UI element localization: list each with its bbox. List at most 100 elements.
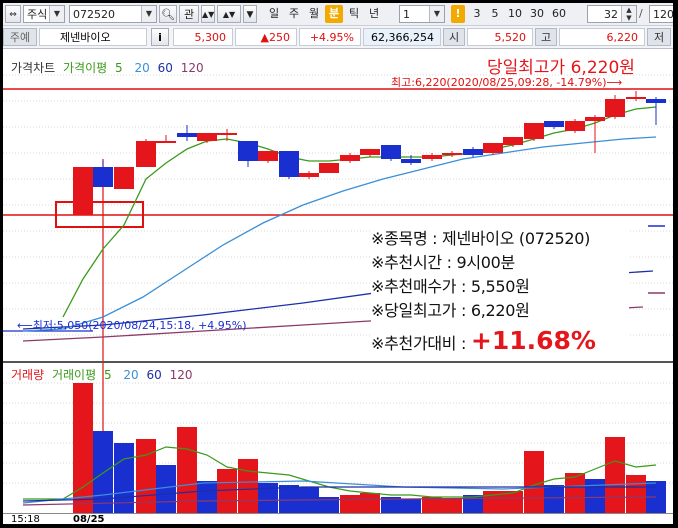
volume-bar	[524, 451, 544, 513]
volume-bar	[197, 481, 217, 513]
tab-day[interactable]: 일	[265, 5, 283, 23]
volume-bar	[565, 473, 585, 513]
volume-bar	[217, 469, 237, 513]
minute-buttons: 3 5 10 30 60	[469, 5, 579, 23]
candle	[422, 155, 442, 159]
tab-year[interactable]: 년	[365, 5, 383, 23]
candle	[114, 167, 134, 189]
candle	[626, 97, 646, 99]
candle	[258, 151, 278, 161]
candle	[238, 141, 258, 161]
ma120-label: 120	[180, 61, 204, 75]
chevron-down-icon[interactable]: ▼	[49, 6, 64, 22]
interval-value: 1	[403, 8, 410, 21]
ma-label-text: 가격이평	[63, 61, 108, 75]
price-legend: 가격차트 가격이평 5 20 60 120	[11, 59, 208, 76]
minute-3-button[interactable]: 3	[469, 5, 485, 23]
ratio-line: ※추천가대비 : +11.68%	[371, 323, 629, 359]
candle	[73, 167, 93, 215]
volume-bar	[605, 437, 625, 513]
code-input[interactable]: 072520 ▼	[69, 5, 157, 23]
interval-select[interactable]: 1 ▼	[399, 5, 445, 23]
vol-ma120-label: 120	[169, 368, 193, 382]
candle	[360, 149, 380, 155]
search-icon[interactable]: 🔍︎	[159, 5, 177, 23]
candle	[401, 159, 421, 163]
candle	[565, 121, 585, 131]
volume-bar	[585, 479, 605, 513]
candle	[605, 99, 625, 117]
candle	[279, 151, 299, 177]
stock-name-line: ※종목명 : 제넨바이오 (072520)	[371, 229, 591, 248]
stepper-icon[interactable]: ▲▼	[621, 6, 636, 22]
search-button[interactable]: 관	[179, 5, 199, 23]
price-panel-title: 가격차트	[11, 61, 56, 75]
toolbar: ⇔ 주식 ▼ 072520 ▼ 🔍︎ 관 ▲▼ ▲▼ ▼ 일 주 월 분 틱 년…	[3, 3, 673, 26]
volume-bar	[360, 493, 380, 513]
volume-bar	[340, 495, 360, 513]
ma-label: 가격이평 5	[63, 61, 127, 75]
open-label: 시	[443, 28, 465, 46]
price-change-value: ▲250	[260, 31, 290, 44]
candle	[177, 133, 197, 137]
minute-60-button[interactable]: 60	[549, 5, 569, 23]
stock-name: 제넨바이오	[39, 28, 147, 46]
volume-bar	[626, 475, 646, 513]
minute-10-button[interactable]: 10	[505, 5, 525, 23]
ma20-label: 20	[134, 61, 150, 75]
tab-month[interactable]: 월	[305, 5, 323, 23]
market-select-value: 주식	[27, 8, 48, 21]
minute-30-button[interactable]: 30	[527, 5, 547, 23]
volume-panel: 거래량 거래이평 5 20 60 120	[3, 363, 673, 513]
volume-ma-label-text: 거래이평	[51, 368, 97, 382]
ratio-label: ※추천가대비 :	[371, 334, 471, 353]
minute-5-button[interactable]: 5	[487, 5, 503, 23]
candle	[503, 137, 523, 145]
candle	[442, 153, 462, 155]
pin-icon[interactable]: ⇔	[5, 5, 21, 23]
low-marker: ⟵최저:5,050(2020/08/24,15:18, +4.95%)	[17, 319, 247, 332]
tab-stock-info[interactable]: 주예	[3, 28, 37, 46]
buy-price-line: ※추천매수가 : 5,550원	[371, 277, 530, 296]
volume-bar	[93, 431, 113, 513]
candle	[217, 133, 237, 135]
chevron-down-icon[interactable]: ▼	[243, 5, 257, 23]
candle	[156, 141, 176, 143]
quote-bar: 주예 제넨바이오 i 5,300 ▲250 +4.95% 62,366,254 …	[3, 26, 673, 49]
info-button[interactable]: i	[151, 28, 169, 46]
stepper-icon[interactable]: ▲▼	[201, 5, 215, 23]
count-value: 32	[604, 8, 618, 21]
chevron-down-icon[interactable]: ▲▼	[217, 5, 241, 23]
volume-bar	[177, 427, 197, 513]
candle	[299, 173, 319, 177]
count-stepper[interactable]: 32 ▲ ▼	[587, 5, 637, 23]
ma5-label: 5	[115, 61, 123, 75]
vol-ma5-label: 5	[103, 368, 112, 382]
candle	[197, 133, 217, 141]
high-marker: 최고:6,220(2020/08/25,09:28, -14.79%)⟶	[391, 76, 623, 89]
price-change: ▲250	[235, 28, 297, 46]
right-value-field[interactable]: 1200	[649, 5, 673, 23]
volume-bar	[258, 483, 278, 513]
candle	[585, 117, 605, 121]
alert-icon[interactable]: !	[451, 5, 465, 23]
market-select[interactable]: 주식 ▼	[23, 5, 65, 23]
tab-tick[interactable]: 틱	[345, 5, 363, 23]
ma60-label: 60	[157, 61, 173, 75]
code-input-value: 072520	[73, 8, 115, 21]
day-high-line: ※당일최고가 : 6,220원	[371, 301, 530, 320]
high-price: 6,220	[559, 28, 645, 46]
chevron-down-icon[interactable]: ▼	[141, 6, 156, 22]
vol-ma60-label: 60	[146, 368, 162, 382]
high-price-value: 6,220	[606, 31, 639, 44]
tab-week[interactable]: 주	[285, 5, 303, 23]
volume-bar	[401, 499, 421, 513]
volume-bar	[463, 495, 483, 513]
current-price-value: 5,300	[194, 31, 227, 44]
trade-volume: 62,366,254	[363, 28, 441, 46]
ratio-value: +11.68%	[470, 326, 596, 355]
tab-minute[interactable]: 분	[325, 5, 343, 23]
candle	[93, 167, 113, 187]
period-tabs: 일 주 월 분 틱 년	[265, 5, 389, 23]
chevron-down-icon[interactable]: ▼	[429, 6, 444, 22]
